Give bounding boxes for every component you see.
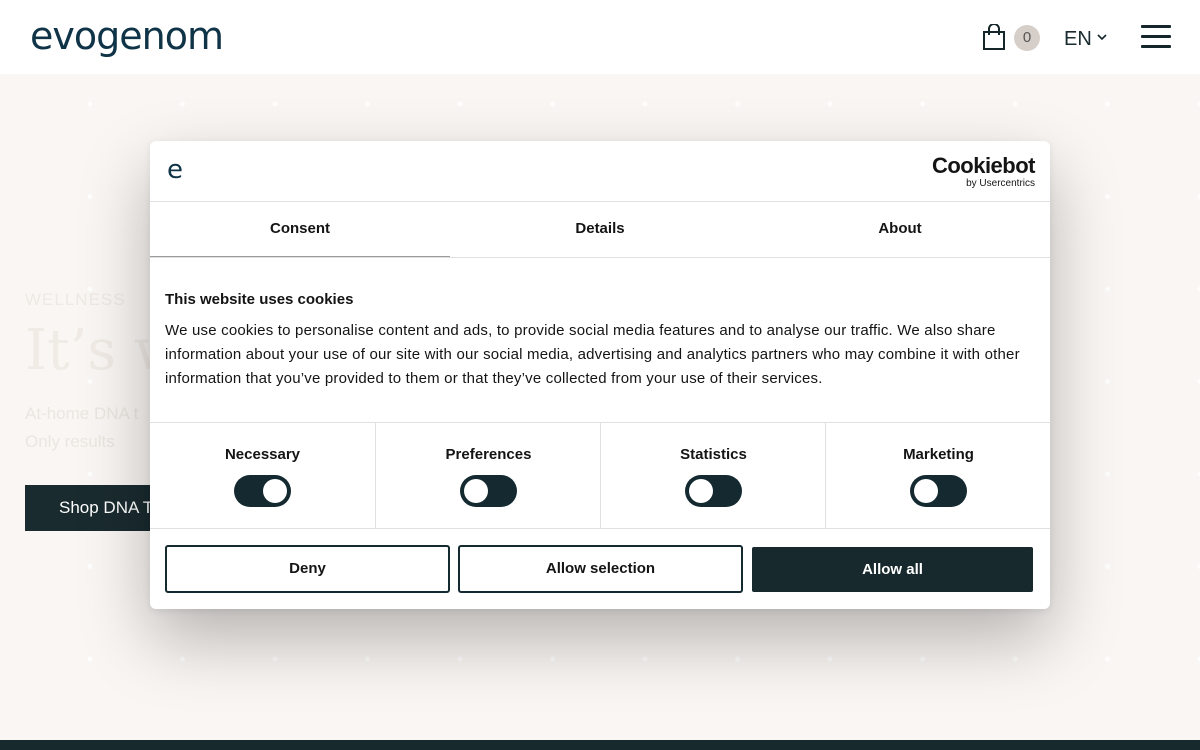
site-logo[interactable]: evogenom <box>30 12 224 60</box>
decorative-dot <box>1105 379 1110 384</box>
divider <box>150 257 1050 258</box>
decorative-dot <box>180 656 185 662</box>
decorative-dot <box>735 101 740 107</box>
decorative-dot <box>180 101 185 107</box>
decorative-dot <box>87 101 93 107</box>
footer-strip <box>0 740 1200 750</box>
allow-selection-button[interactable]: Allow selection <box>458 545 743 593</box>
tab-consent[interactable]: Consent <box>150 202 450 258</box>
decorative-dot <box>1105 656 1110 662</box>
decorative-dot <box>272 656 278 662</box>
decorative-dot <box>87 656 93 662</box>
toggle-knob <box>689 479 713 503</box>
toggle-knob <box>263 479 287 503</box>
cookiebot-logo-sub: by Usercentrics <box>966 178 1035 189</box>
decorative-dot <box>1012 101 1018 107</box>
toggle-label: Marketing <box>903 446 974 463</box>
allow-all-button[interactable]: Allow all <box>752 547 1033 592</box>
menu-icon[interactable] <box>1141 25 1171 49</box>
decorative-dot <box>550 101 555 107</box>
decorative-dot <box>87 564 93 569</box>
decorative-dot <box>1105 286 1110 292</box>
decorative-dot <box>87 471 93 477</box>
dialog-body-text: We use cookies to personalise content an… <box>165 322 1020 387</box>
consent-toggles: Necessary Preferences Statistics Marketi… <box>150 422 1050 529</box>
tab-about[interactable]: About <box>750 202 1050 258</box>
decorative-dot <box>642 656 648 662</box>
marketing-toggle[interactable] <box>910 475 967 507</box>
hero-subtitle: At-home DNA t Only results <box>25 400 138 456</box>
site-header: evogenom 0 EN <box>0 0 1200 74</box>
dialog-site-logo: e <box>167 155 183 185</box>
shopping-bag-icon[interactable] <box>982 24 1006 50</box>
tab-details[interactable]: Details <box>450 202 750 258</box>
decorative-dot <box>827 101 833 107</box>
toggle-label: Preferences <box>445 446 532 463</box>
decorative-dot <box>1105 471 1110 477</box>
necessary-toggle[interactable] <box>234 475 291 507</box>
statistics-toggle[interactable] <box>685 475 742 507</box>
decorative-dot <box>920 101 925 107</box>
decorative-dot <box>642 101 648 107</box>
cookie-consent-dialog: e Cookiebot by Usercentrics Consent Deta… <box>150 141 1050 609</box>
decorative-dot <box>550 656 555 662</box>
hero-subtitle-line: Only results <box>25 432 115 451</box>
decorative-dot <box>87 194 93 199</box>
decorative-dot <box>272 101 278 107</box>
toggle-label: Necessary <box>224 446 301 463</box>
toggle-cell-preferences: Preferences <box>375 423 600 529</box>
decorative-dot <box>365 656 370 662</box>
decorative-dot <box>1105 101 1110 107</box>
dialog-heading: This website uses cookies <box>165 291 354 308</box>
deny-button[interactable]: Deny <box>165 545 450 593</box>
decorative-dot <box>365 101 370 107</box>
toggle-label: Statistics <box>680 446 747 463</box>
decorative-dot <box>457 656 463 662</box>
decorative-dot <box>457 101 463 107</box>
hero-subtitle-line: At-home DNA t <box>25 404 139 423</box>
decorative-dot <box>735 656 740 662</box>
decorative-dot <box>1105 194 1110 199</box>
hero-eyebrow: WELLNESS <box>25 290 126 309</box>
language-selector[interactable]: EN <box>1064 27 1092 51</box>
toggle-cell-marketing: Marketing <box>825 423 1050 529</box>
decorative-dot <box>827 656 833 662</box>
preferences-toggle[interactable] <box>460 475 517 507</box>
decorative-dot <box>1105 564 1110 569</box>
cookiebot-logo-name: Cookiebot <box>931 153 1036 178</box>
decorative-dot <box>1012 656 1018 662</box>
chevron-down-icon[interactable] <box>1096 32 1108 42</box>
toggle-cell-statistics: Statistics <box>600 423 825 529</box>
toggle-cell-necessary: Necessary <box>150 423 375 529</box>
cookiebot-logo[interactable]: Cookiebot by Usercentrics <box>931 153 1036 190</box>
dialog-tabs: Consent Details About <box>150 202 1050 258</box>
cart-count-badge[interactable]: 0 <box>1014 25 1040 51</box>
decorative-dot <box>920 656 925 662</box>
toggle-knob <box>914 479 938 503</box>
toggle-knob <box>464 479 488 503</box>
